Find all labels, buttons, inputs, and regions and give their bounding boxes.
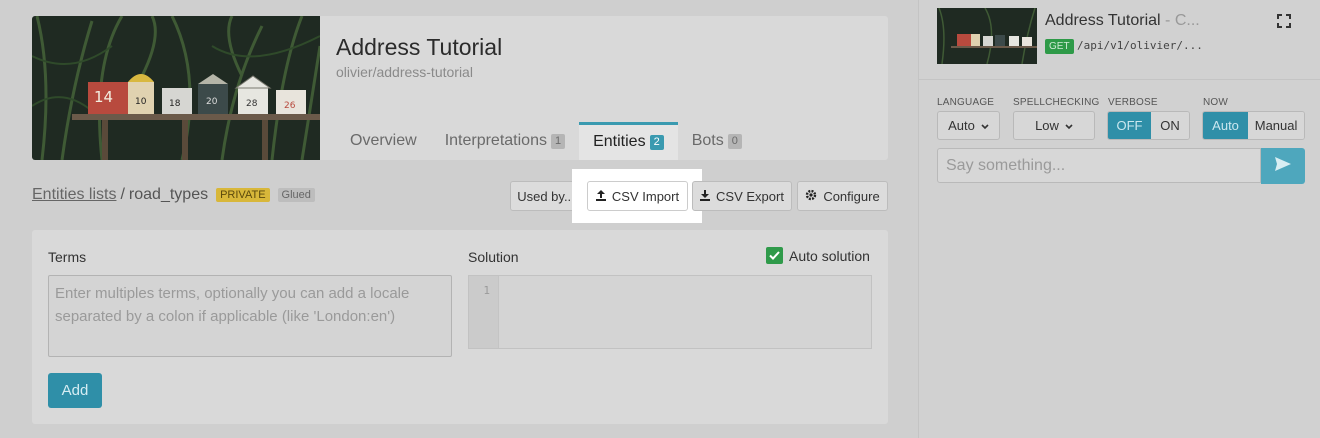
console-panel: Address Tutorial - C... GET /api/v1/oliv… [918, 0, 1320, 438]
language-label: LANGUAGE [937, 97, 995, 108]
api-endpoint: /api/v1/olivier/... [1077, 39, 1203, 52]
expand-icon[interactable] [1277, 14, 1291, 28]
chevron-down-icon [981, 118, 989, 133]
agent-thumbnail [937, 8, 1037, 64]
agent-cover-image: 14 10 18 20 28 26 [32, 16, 320, 160]
agent-slug: olivier/address-tutorial [336, 64, 473, 80]
tab-count: 1 [550, 134, 566, 149]
agent-header-card: 14 10 18 20 28 26 Address Tutorial olivi… [32, 16, 888, 160]
terms-label: Terms [48, 249, 87, 265]
breadcrumb-separator: / [120, 186, 125, 203]
verbose-toggle: OFF ON [1107, 111, 1190, 140]
private-badge: PRIVATE [216, 188, 270, 202]
verbose-label: VERBOSE [1108, 97, 1158, 108]
language-value: Auto [948, 118, 975, 133]
mailbox-number: 20 [206, 97, 218, 107]
now-manual-option[interactable]: Manual [1248, 112, 1304, 139]
breadcrumb: Entities lists / road_types PRIVATE Glue… [32, 186, 315, 204]
now-label: NOW [1203, 97, 1229, 108]
csv-import-button[interactable]: CSV Import [587, 181, 688, 211]
tab-label: Overview [350, 132, 417, 149]
tab-label: Entities [593, 133, 646, 150]
checkmark-icon [766, 247, 783, 264]
spellchecking-value: Low [1035, 118, 1059, 133]
console-header: Address Tutorial - C... GET /api/v1/oliv… [919, 0, 1320, 80]
mailbox-number: 26 [284, 101, 296, 111]
say-something-input[interactable]: Say something... [937, 148, 1261, 183]
gear-icon [805, 189, 817, 204]
tab-interpretations[interactable]: Interpretations 1 [431, 122, 579, 160]
glued-badge: Glued [277, 188, 315, 202]
now-toggle: Auto Manual [1202, 111, 1305, 140]
spellchecking-select[interactable]: Low [1013, 111, 1095, 140]
spellchecking-label: SPELLCHECKING [1013, 97, 1100, 108]
mailbox-number: 18 [169, 99, 181, 109]
language-select[interactable]: Auto [937, 111, 1000, 140]
verbose-on-option[interactable]: ON [1150, 112, 1189, 139]
mailbox-number: 28 [246, 99, 258, 109]
tab-bots[interactable]: Bots 0 [678, 122, 756, 160]
tab-label: Bots [691, 132, 724, 149]
agent-title: Address Tutorial [336, 34, 503, 60]
download-icon [700, 189, 711, 204]
now-auto-option[interactable]: Auto [1203, 112, 1249, 139]
mailbox-number: 14 [94, 88, 113, 106]
send-button[interactable] [1261, 148, 1305, 184]
console-title-suffix: - C... [1160, 12, 1200, 29]
line-number: 1 [469, 276, 499, 348]
csv-import-label: CSV Import [611, 188, 680, 204]
solution-label: Solution [468, 249, 519, 265]
add-button[interactable]: Add [48, 373, 102, 408]
terms-textarea[interactable]: Enter multiples terms, optionally you ca… [48, 275, 452, 357]
console-title: Address Tutorial - C... [1045, 12, 1200, 30]
entity-form-card: Terms Enter multiples terms, optionally … [32, 230, 888, 424]
tab-label: Interpretations [444, 132, 547, 149]
configure-button[interactable]: Configure [797, 181, 888, 211]
used-by-label: Used by... [517, 188, 575, 204]
agent-tabs: Overview Interpretations 1 Entities 2 Bots… [336, 122, 756, 160]
console-agent-name: Address Tutorial [1045, 12, 1161, 29]
mailbox-number: 10 [135, 97, 147, 107]
breadcrumb-current: road_types [128, 186, 209, 203]
csv-export-label: CSV Export [716, 188, 784, 204]
auto-solution-checkbox[interactable]: Auto solution [766, 247, 870, 264]
verbose-off-option[interactable]: OFF [1108, 112, 1151, 139]
chevron-down-icon [1065, 118, 1073, 133]
http-method-badge: GET [1045, 39, 1074, 54]
send-icon [1275, 156, 1291, 176]
solution-code-editor[interactable]: 1 [468, 275, 872, 349]
csv-export-button[interactable]: CSV Export [692, 181, 792, 211]
breadcrumb-entities-lists-link[interactable]: Entities lists [32, 186, 116, 204]
auto-solution-label: Auto solution [789, 247, 870, 264]
tab-overview[interactable]: Overview [336, 122, 431, 160]
tab-count: 0 [727, 134, 742, 149]
configure-label: Configure [823, 188, 880, 204]
tab-count: 2 [649, 135, 664, 150]
tab-entities[interactable]: Entities 2 [579, 122, 678, 160]
upload-icon [595, 189, 606, 204]
